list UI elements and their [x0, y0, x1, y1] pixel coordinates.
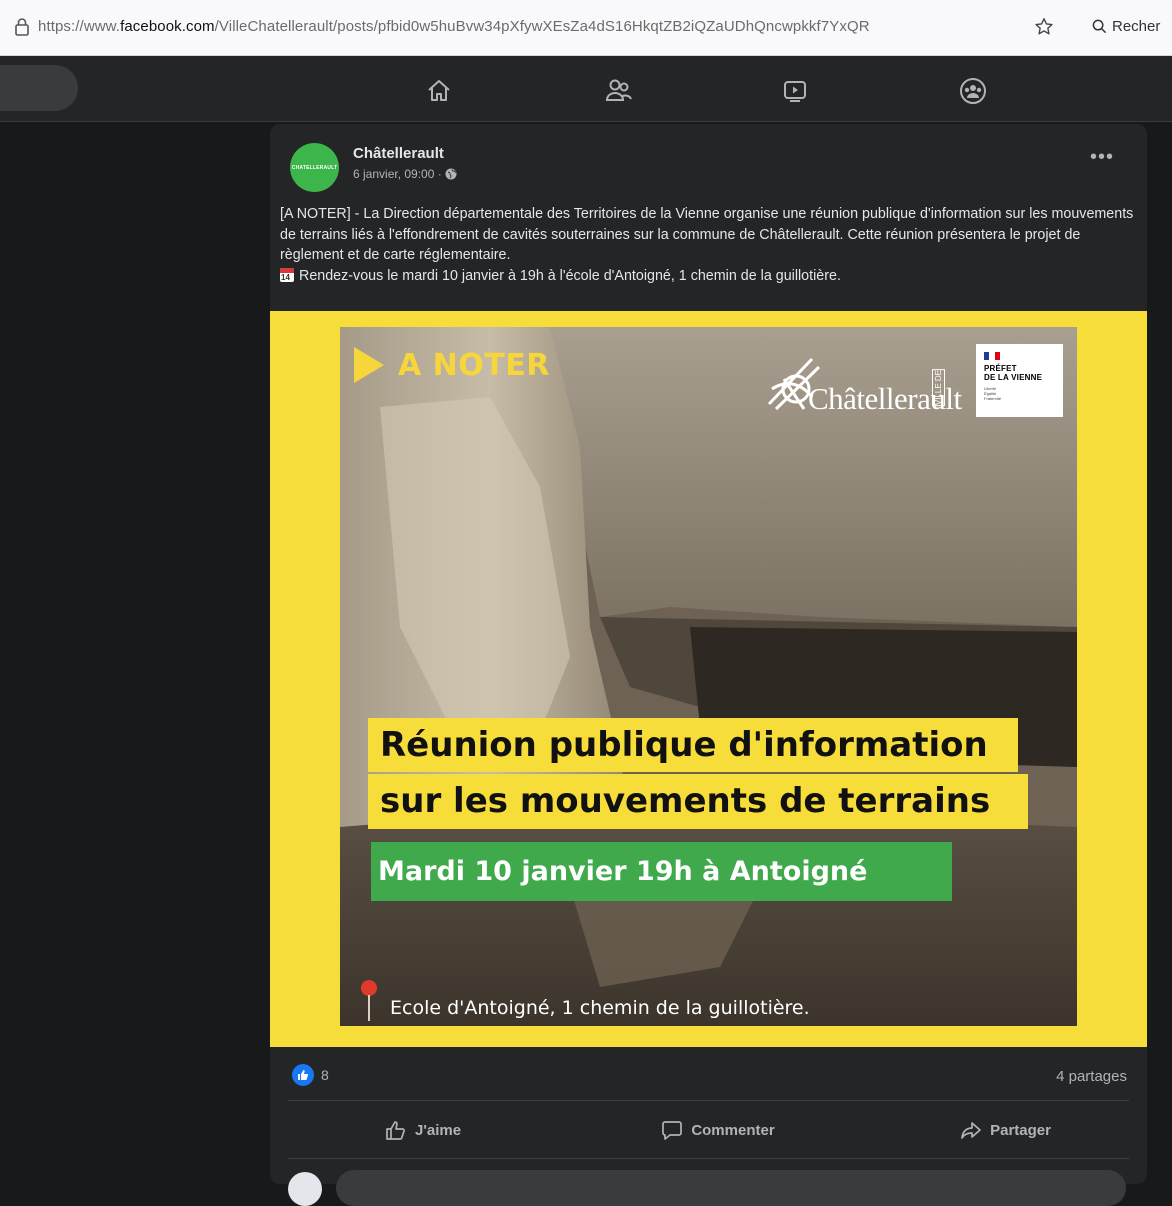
search-box[interactable]: Recher — [1092, 18, 1160, 35]
a-noter-tag: A NOTER — [354, 347, 550, 383]
divider — [288, 1158, 1129, 1159]
globe-icon — [445, 168, 457, 180]
french-flag-icon — [984, 352, 1000, 360]
facebook-top-nav — [0, 56, 1172, 122]
location-text: Ecole d'Antoigné, 1 chemin de la guillot… — [390, 997, 810, 1019]
like-label: J'aime — [415, 1121, 462, 1139]
thumbs-up-icon — [386, 1121, 405, 1140]
post-card: CHATELLERAULT Châtellerault 6 janvier, 0… — [270, 124, 1147, 1206]
post-rdv-line: 14 Rendez-vous le mardi 10 janvier à 19h … — [280, 266, 1135, 287]
groups-icon[interactable] — [956, 74, 990, 108]
search-label: Recher — [1112, 18, 1161, 35]
share-button[interactable]: Partager — [829, 1109, 1129, 1151]
comment-button[interactable]: Commenter — [607, 1109, 829, 1151]
search-pill[interactable] — [0, 65, 78, 111]
url-path: /VilleChatellerault/posts/pfbid0w5huBvw3… — [214, 18, 870, 35]
map-pin-icon — [361, 980, 377, 1021]
a-noter-text: A NOTER — [398, 347, 550, 383]
avatar[interactable]: CHATELLERAULT — [290, 143, 339, 192]
like-reaction-icon — [292, 1064, 314, 1086]
home-icon[interactable] — [422, 74, 456, 108]
date-banner: Mardi 10 janvier 19h à Antoigné — [371, 842, 952, 901]
url-text[interactable]: https://www.facebook.com/VilleChatellera… — [38, 18, 1028, 35]
prefet-motto: Liberté Égalité Fraternité — [984, 386, 1002, 401]
like-button[interactable]: J'aime — [288, 1109, 607, 1151]
calendar-icon: 14 — [280, 267, 294, 282]
search-icon — [1092, 19, 1107, 34]
likes-count: 8 — [321, 1067, 329, 1083]
more-options-button[interactable]: ••• — [1090, 147, 1114, 168]
comment-icon — [662, 1121, 683, 1140]
cave-photo: A NOTER Châtellerault VILLE DE PRÉFET DE… — [340, 327, 1077, 1026]
post-author[interactable]: Châtellerault — [353, 145, 444, 162]
headline-line-2: sur les mouvements de terrains — [368, 774, 1028, 829]
browser-url-bar[interactable]: https://www.facebook.com/VilleChatellera… — [0, 0, 1172, 56]
lock-icon — [15, 18, 29, 36]
post-meta: 6 janvier, 09:00 · — [353, 167, 457, 181]
post-timestamp[interactable]: 6 janvier, 09:00 · — [353, 167, 442, 181]
prefet-text: PRÉFET DE LA VIENNE — [984, 364, 1043, 382]
rdv-text: Rendez-vous le mardi 10 janvier à 19h à … — [299, 267, 841, 284]
shares-count[interactable]: 4 partages — [1056, 1068, 1127, 1085]
logo-ville: VILLE DE — [932, 369, 945, 407]
url-domain: facebook.com — [120, 18, 215, 35]
post-paragraph: [A NOTER] - La Direction départementale … — [280, 206, 1134, 263]
reactions-summary[interactable]: 8 — [292, 1064, 329, 1086]
watch-icon[interactable] — [778, 74, 812, 108]
url-prefix: https://www. — [38, 18, 121, 35]
post-text: [A NOTER] - La Direction départementale … — [280, 204, 1135, 286]
avatar[interactable] — [288, 1172, 322, 1206]
avatar-text: CHATELLERAULT — [291, 164, 338, 171]
divider — [288, 1100, 1129, 1101]
share-icon — [961, 1122, 981, 1139]
post-actions: J'aime Commenter Partager — [288, 1109, 1129, 1151]
friends-icon[interactable] — [602, 74, 636, 108]
prefet-logo: PRÉFET DE LA VIENNE Liberté Égalité Frat… — [976, 344, 1063, 417]
share-label: Partager — [990, 1121, 1051, 1139]
calendar-day: 14 — [281, 272, 290, 282]
play-triangle-icon — [354, 347, 384, 383]
bookmark-star-icon[interactable] — [1033, 16, 1055, 38]
chatellerault-logo: Châtellerault VILLE DE — [764, 349, 976, 419]
comment-label: Commenter — [691, 1121, 775, 1139]
location-line: Ecole d'Antoigné, 1 chemin de la guillot… — [360, 979, 810, 1023]
headline-line-1: Réunion publique d'information — [368, 718, 1018, 772]
post-image[interactable]: A NOTER Châtellerault VILLE DE PRÉFET DE… — [270, 311, 1147, 1047]
comment-input[interactable] — [336, 1170, 1126, 1206]
cave-illustration — [340, 327, 1077, 1026]
